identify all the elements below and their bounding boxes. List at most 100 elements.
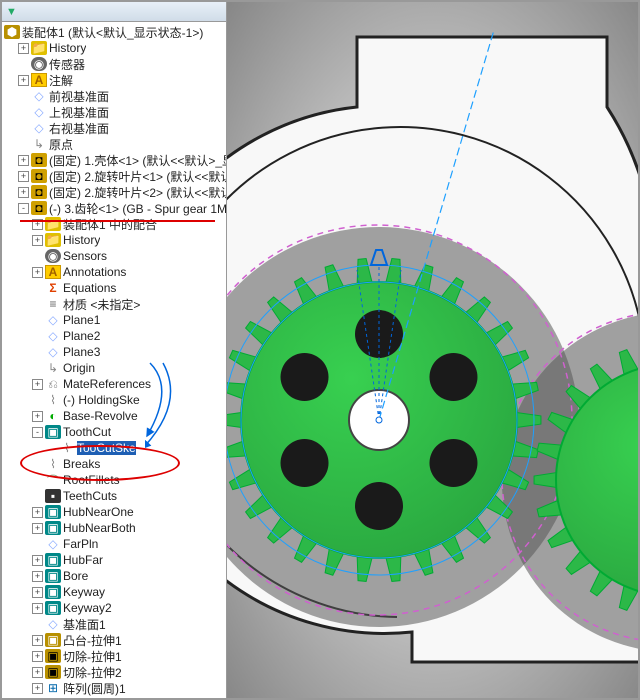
- tree-item[interactable]: ◉传感器: [2, 56, 226, 72]
- tree-item[interactable]: +A注解: [2, 72, 226, 88]
- tree-label: RootFillets: [63, 473, 120, 487]
- tree-label: History: [49, 41, 86, 55]
- tree-label: Sensors: [63, 249, 107, 263]
- tree-label: 阵列(圆周)1: [63, 680, 126, 697]
- tree-item[interactable]: +◘(固定) 2.旋转叶片<1> (默认<<默认: [2, 168, 226, 184]
- expand-toggle[interactable]: +: [32, 523, 43, 534]
- tree-item[interactable]: ↳Origin: [2, 360, 226, 376]
- tree-item[interactable]: ◇FarPln: [2, 536, 226, 552]
- expand-toggle[interactable]: +: [18, 43, 29, 54]
- expand-toggle[interactable]: -: [32, 427, 43, 438]
- tree-item[interactable]: ◉Sensors: [2, 248, 226, 264]
- tree-item[interactable]: ≡材质 <未指定>: [2, 296, 226, 312]
- filter-icon[interactable]: ▼: [6, 6, 17, 18]
- tree-item[interactable]: +AAnnotations: [2, 264, 226, 280]
- tree-item[interactable]: +◐Base-Revolve: [2, 408, 226, 424]
- tree-item[interactable]: ◇基准面1: [2, 616, 226, 632]
- tree-label: Plane3: [63, 345, 100, 359]
- expand-toggle[interactable]: +: [32, 587, 43, 598]
- tree-item[interactable]: +▣Keyway: [2, 584, 226, 600]
- tree-item[interactable]: ◇右视基准面: [2, 120, 226, 136]
- assembly-icon: ⬢: [4, 25, 20, 39]
- tree-item[interactable]: +▣HubNearOne: [2, 504, 226, 520]
- expand-toggle[interactable]: +: [32, 603, 43, 614]
- tree-label: Breaks: [63, 457, 100, 471]
- tree-label: 注解: [49, 72, 73, 89]
- graphics-viewport[interactable]: [227, 2, 638, 698]
- plane-icon: ◇: [45, 537, 61, 551]
- tree-item[interactable]: +▣切除-拉伸1: [2, 648, 226, 664]
- expand-toggle[interactable]: +: [32, 651, 43, 662]
- tree-item[interactable]: +◘(固定) 1.壳体<1> (默认<<默认>_显: [2, 152, 226, 168]
- tree-item[interactable]: ◇Plane2: [2, 328, 226, 344]
- feature-tree[interactable]: ⬢ 装配体1 (默认<默认_显示状态-1>) +📁History◉传感器+A注解…: [2, 22, 226, 698]
- expand-toggle[interactable]: +: [18, 75, 29, 86]
- cut-icon: ▣: [45, 569, 61, 583]
- expand-toggle[interactable]: +: [32, 379, 43, 390]
- tree-label: 装配体1 中的配合: [63, 216, 157, 233]
- expand-toggle[interactable]: +: [32, 667, 43, 678]
- tree-label: Equations: [63, 281, 116, 295]
- tree-item[interactable]: +▣切除-拉伸2: [2, 664, 226, 680]
- plane-icon: ◇: [31, 121, 47, 135]
- tree-label: Plane1: [63, 313, 100, 327]
- cut-icon: ▣: [45, 425, 61, 439]
- plane-icon: ◇: [45, 313, 61, 327]
- expand-toggle[interactable]: +: [32, 683, 43, 694]
- root-label: 装配体1 (默认<默认_显示状态-1>): [22, 24, 203, 41]
- tree-item[interactable]: +📁History: [2, 40, 226, 56]
- tree-item[interactable]: -▣ToothCut: [2, 424, 226, 440]
- tree-item[interactable]: +▣HubNearBoth: [2, 520, 226, 536]
- expand-toggle[interactable]: +: [32, 507, 43, 518]
- tree-item[interactable]: +📁History: [2, 232, 226, 248]
- tree-item[interactable]: ◇上视基准面: [2, 104, 226, 120]
- tree-label: (固定) 2.旋转叶片<2> (默认<<默认: [49, 184, 226, 201]
- origin-icon: ↳: [31, 137, 47, 151]
- expand-toggle[interactable]: +: [32, 635, 43, 646]
- tree-label: 凸台-拉伸1: [63, 632, 122, 649]
- feat-g-icon: ▣: [45, 553, 61, 567]
- tree-item[interactable]: +📁装配体1 中的配合: [2, 216, 226, 232]
- tree-item[interactable]: ⌇(-) HoldingSke: [2, 392, 226, 408]
- tree-label: (固定) 1.壳体<1> (默认<<默认>_显: [49, 152, 226, 169]
- tree-item[interactable]: -◘(-) 3.齿轮<1> (GB - Spur gear 1M: [2, 200, 226, 216]
- tree-item[interactable]: +▣Keyway2: [2, 600, 226, 616]
- cut-icon: ▣: [45, 585, 61, 599]
- expand-toggle[interactable]: +: [32, 267, 43, 278]
- part-y-icon: ◘: [31, 185, 47, 199]
- tree-item[interactable]: +▣HubFar: [2, 552, 226, 568]
- expand-toggle[interactable]: +: [32, 571, 43, 582]
- feature-tree-panel: ▼ ⬢ 装配体1 (默认<默认_显示状态-1>) +📁History◉传感器+A…: [2, 2, 227, 698]
- tree-item[interactable]: +▣Bore: [2, 568, 226, 584]
- sketch-icon: ⌇: [45, 393, 61, 407]
- tree-root[interactable]: ⬢ 装配体1 (默认<默认_显示状态-1>): [2, 24, 226, 40]
- feat-blk-icon: ▪: [45, 489, 61, 503]
- tree-item[interactable]: ⌒RootFillets: [2, 472, 226, 488]
- sensor-icon: ◉: [31, 57, 47, 71]
- tree-label: MateReferences: [63, 377, 151, 391]
- tree-item[interactable]: +⎌MateReferences: [2, 376, 226, 392]
- tree-label: 传感器: [49, 56, 85, 73]
- expand-toggle[interactable]: +: [32, 235, 43, 246]
- tree-item[interactable]: +▣凸台-拉伸1: [2, 632, 226, 648]
- expand-toggle[interactable]: +: [18, 187, 29, 198]
- ref-icon: ⎌: [45, 377, 61, 391]
- tree-item[interactable]: +⊞阵列(圆周)1: [2, 680, 226, 696]
- expand-toggle[interactable]: +: [18, 171, 29, 182]
- cut-icon: ▣: [45, 601, 61, 615]
- tree-item[interactable]: ↳原点: [2, 136, 226, 152]
- expand-toggle[interactable]: +: [32, 555, 43, 566]
- sketch-icon: ⌇: [45, 457, 61, 471]
- tree-item[interactable]: ▪TeethCuts: [2, 488, 226, 504]
- tree-item[interactable]: ◇Plane1: [2, 312, 226, 328]
- tree-item[interactable]: ΣEquations: [2, 280, 226, 296]
- annotation-underline: [20, 220, 215, 222]
- expand-toggle[interactable]: +: [18, 155, 29, 166]
- tree-item[interactable]: +◘(固定) 2.旋转叶片<2> (默认<<默认: [2, 184, 226, 200]
- expand-toggle[interactable]: -: [18, 203, 29, 214]
- tree-item[interactable]: ◇前视基准面: [2, 88, 226, 104]
- tree-item[interactable]: ◇Plane3: [2, 344, 226, 360]
- tree-item[interactable]: ⌇Breaks: [2, 456, 226, 472]
- tree-item[interactable]: ⌇TooCutSke: [2, 440, 226, 456]
- expand-toggle[interactable]: +: [32, 411, 43, 422]
